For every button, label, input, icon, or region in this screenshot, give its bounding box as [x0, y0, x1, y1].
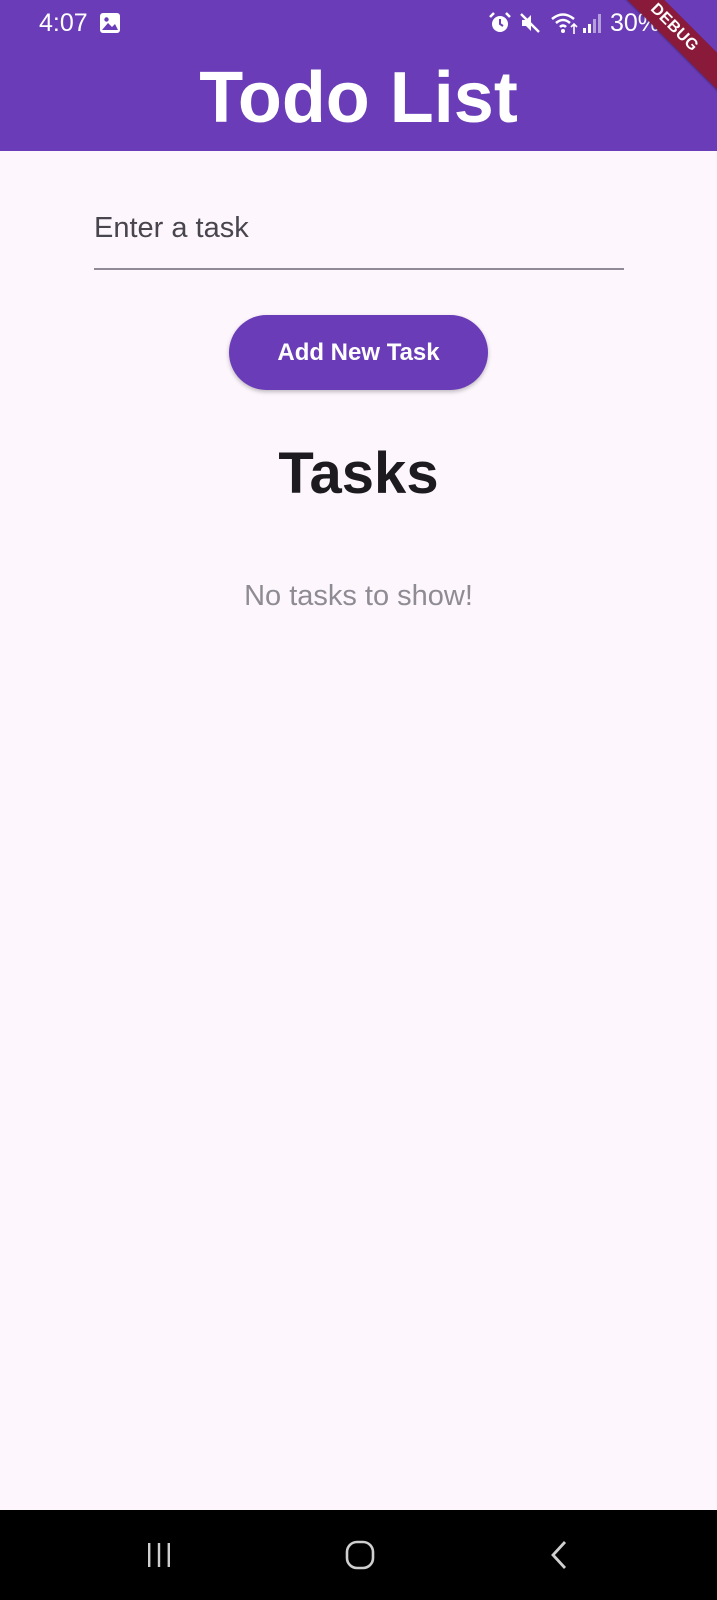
empty-tasks-message: No tasks to show!	[244, 580, 473, 612]
status-bar: 4:07 30%	[0, 0, 717, 46]
mute-icon	[520, 13, 540, 33]
add-task-button[interactable]: Add New Task	[229, 315, 488, 390]
back-icon	[551, 1541, 567, 1569]
home-button[interactable]	[336, 1532, 384, 1578]
task-input[interactable]	[94, 178, 624, 270]
alarm-icon	[489, 12, 511, 32]
recent-apps-icon	[148, 1543, 170, 1567]
app-bar: 4:07 30% Todo List	[0, 0, 717, 151]
screen: 4:07 30% Todo List DEBUG Enter a task Ad…	[0, 0, 717, 1600]
app-title: Todo List	[199, 58, 518, 138]
gallery-icon	[100, 13, 120, 33]
wifi-icon	[551, 13, 578, 34]
back-button[interactable]	[536, 1532, 584, 1578]
system-nav-bar	[0, 1510, 717, 1600]
tasks-heading: Tasks	[278, 441, 439, 506]
task-input-container	[94, 178, 624, 272]
recent-apps-button[interactable]	[135, 1532, 183, 1578]
home-icon	[345, 1540, 375, 1570]
signal-icon	[583, 14, 601, 33]
status-time: 4:07	[39, 9, 88, 37]
